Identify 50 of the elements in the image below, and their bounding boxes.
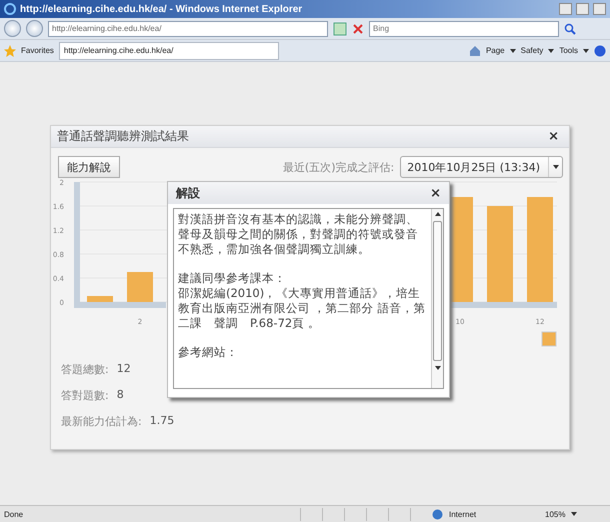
ability-explanation-button[interactable]: 能力解說 bbox=[58, 156, 120, 178]
bar bbox=[87, 296, 113, 302]
forward-button[interactable] bbox=[26, 20, 43, 37]
stat-label: 最新能力估計為: bbox=[61, 414, 142, 429]
browser-icon bbox=[4, 3, 16, 15]
close-button[interactable] bbox=[593, 3, 606, 15]
scrollbar[interactable] bbox=[431, 209, 443, 388]
stat-value: 8 bbox=[116, 388, 124, 403]
maximize-button[interactable] bbox=[576, 3, 589, 15]
explanation-text: 建議同學參考課本： bbox=[178, 271, 287, 286]
caret-icon bbox=[583, 48, 589, 52]
command-menu[interactable]: Tools bbox=[559, 46, 578, 55]
browser-tab[interactable]: http://elearning.cihe.edu.hk/ea/ bbox=[58, 42, 279, 60]
explanation-text: 參考網站： bbox=[178, 345, 239, 360]
status-text: Done bbox=[4, 510, 24, 518]
dialog-title: 解設 bbox=[176, 184, 200, 202]
command-menu[interactable]: Safety bbox=[520, 46, 544, 55]
stat-label: 答對題數: bbox=[61, 388, 109, 403]
address-field[interactable]: http://elearning.cihe.edu.hk/ea/ bbox=[48, 20, 328, 36]
window-title: http://elearning.cihe.edu.hk/ea/ - Windows Internet Explorer bbox=[20, 4, 304, 14]
command-menu[interactable]: Page bbox=[486, 46, 505, 55]
assessment-select[interactable]: 2010年10月25日 (13:34) bbox=[400, 156, 563, 178]
caret-icon bbox=[548, 48, 554, 52]
stat-label: 答題總數: bbox=[61, 362, 109, 377]
minimize-button[interactable] bbox=[559, 3, 572, 15]
close-icon[interactable] bbox=[352, 22, 364, 34]
close-button[interactable]: × bbox=[548, 129, 559, 144]
caret-icon bbox=[571, 512, 578, 516]
caret-icon bbox=[510, 48, 516, 52]
explanation-text: 邵潔妮編(2010)，《大專實用普通話》，培生教育出版南亞洲有限公司 ，第二部分 語音，第二課 聲調 P.68-72頁 。 bbox=[178, 286, 426, 331]
search-icon[interactable] bbox=[564, 22, 576, 34]
search-field[interactable]: Bing bbox=[369, 20, 559, 36]
explanation-text: 對漢語拼音沒有基本的認識，未能分辨聲調、聲母及韻母之間的關係，對聲調的符號或發音不熟悉，需加強各個聲調獨立訓練。 bbox=[178, 212, 419, 257]
bar bbox=[127, 272, 153, 302]
legend-swatch bbox=[542, 332, 556, 346]
assessment-label: 最近(五次)完成之評估: bbox=[282, 160, 394, 174]
close-button[interactable]: × bbox=[430, 186, 441, 200]
favorites-link[interactable]: Favorites bbox=[21, 46, 54, 55]
zone-text: Internet bbox=[449, 510, 478, 518]
dropdown-caret-icon bbox=[552, 165, 558, 169]
zoom-level[interactable]: 105% bbox=[545, 510, 566, 518]
stat-value: 12 bbox=[116, 362, 131, 377]
panel-title: 普通話聲調聽辨測試結果 bbox=[57, 128, 189, 145]
star-icon[interactable] bbox=[4, 44, 16, 56]
scroll-up-icon bbox=[434, 212, 440, 216]
home-icon[interactable] bbox=[468, 44, 481, 56]
scroll-down-icon bbox=[434, 366, 440, 370]
explanation-text-area[interactable]: 對漢語拼音沒有基本的認識，未能分辨聲調、聲母及韻母之間的關係，對聲調的符號或發音不熟悉，需加強各個聲調獨立訓練。 建議同學參考課本： 邵潔妮編(2010)，《大專實用普通話》，培生教育出版南亞洲有限公司 ，第二部分 語音，第二課 聲調 P.68-72頁 。 參考網站： bbox=[173, 208, 444, 389]
back-button[interactable] bbox=[4, 20, 21, 37]
stat-value: 1.75 bbox=[150, 414, 174, 429]
